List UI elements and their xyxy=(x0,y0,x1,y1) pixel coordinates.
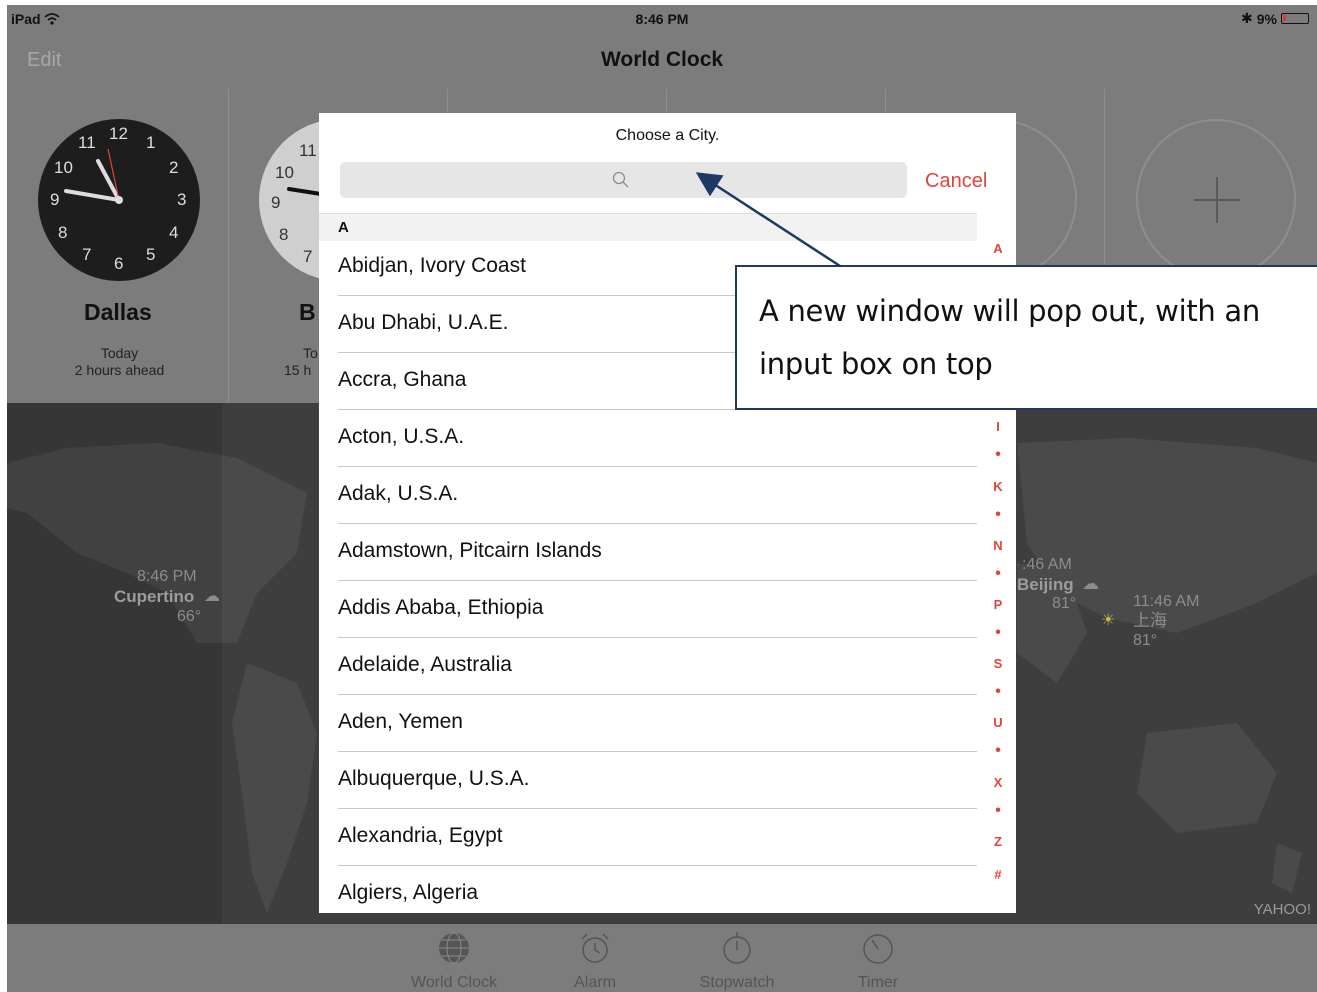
list-item[interactable]: Acton, U.S.A. xyxy=(338,411,977,467)
cloud-icon: ☁ xyxy=(1082,574,1099,593)
tab-alarm[interactable]: Alarm xyxy=(535,928,655,992)
list-item[interactable]: Addis Ababa, Ethiopia xyxy=(338,582,977,638)
search-icon xyxy=(612,171,629,188)
index-letter[interactable]: X xyxy=(983,775,1013,790)
list-item[interactable]: Albuquerque, U.S.A. xyxy=(338,753,977,809)
city-label: Algiers, Algeria xyxy=(338,881,479,904)
choose-city-popover: Choose a City. Cancel A Abidjan, Ivory C… xyxy=(319,113,1016,913)
map-time-beijing: :46 AM xyxy=(1022,556,1072,573)
list-item[interactable]: Adelaide, Australia xyxy=(338,639,977,695)
section-letter: A xyxy=(338,219,349,236)
index-letter[interactable]: U xyxy=(983,715,1013,730)
map-time-shanghai: 11:46 AM xyxy=(1133,593,1200,610)
index-dot[interactable]: • xyxy=(983,446,1013,464)
yahoo-logo: YAHOO! xyxy=(1253,901,1311,918)
city-day: Today xyxy=(100,345,139,361)
partly-sunny-icon: ☀ xyxy=(1101,612,1116,629)
list-item[interactable]: Alexandria, Egypt xyxy=(338,810,977,866)
index-letter[interactable]: Z xyxy=(983,834,1013,849)
map-city-cupertino: Cupertino xyxy=(114,587,195,606)
screen: iPad 8:46 PM ✱ 9% Edit World Clock 12 1 … xyxy=(7,5,1317,992)
column-divider xyxy=(228,89,229,403)
index-dot[interactable]: • xyxy=(983,565,1013,583)
city-label: Albuquerque, U.S.A. xyxy=(338,767,530,790)
nav-bar: Edit World Clock xyxy=(7,33,1317,89)
list-item[interactable]: Adak, U.S.A. xyxy=(338,468,977,524)
tab-label: Stopwatch xyxy=(699,974,775,991)
cancel-button[interactable]: Cancel xyxy=(925,170,987,193)
city-label: Addis Ababa, Ethiopia xyxy=(338,596,544,619)
index-letter[interactable]: # xyxy=(983,867,1013,882)
map-temp-beijing: 81° xyxy=(1052,595,1077,612)
city-label: Abu Dhabi, U.A.E. xyxy=(338,311,509,334)
city-label: Adamstown, Pitcairn Islands xyxy=(338,539,602,562)
map-city-beijing: Beijing xyxy=(1017,575,1074,594)
index-letter[interactable]: S xyxy=(983,656,1013,671)
timer-icon xyxy=(863,934,893,964)
plus-icon xyxy=(1216,177,1218,223)
section-header: A xyxy=(319,213,977,241)
city-subtitle-dallas: Today 2 hours ahead xyxy=(47,345,192,379)
list-item[interactable]: Adamstown, Pitcairn Islands xyxy=(338,525,977,581)
annotation-text: A new window will pop out, with an input… xyxy=(759,294,1260,381)
status-bar: iPad 8:46 PM ✱ 9% xyxy=(7,5,1317,33)
list-item[interactable]: Aden, Yemen xyxy=(338,696,977,752)
list-item[interactable]: Algiers, Algeria xyxy=(338,867,977,913)
index-dot[interactable]: • xyxy=(983,683,1013,701)
city-label: Adelaide, Australia xyxy=(338,653,512,676)
index-dot[interactable]: • xyxy=(983,506,1013,524)
tab-label: Alarm xyxy=(574,974,616,991)
city-label: Adak, U.S.A. xyxy=(338,482,459,505)
status-time: 8:46 PM xyxy=(635,11,689,27)
popover-title: Choose a City. xyxy=(615,127,720,144)
city-name-dallas: Dallas xyxy=(84,299,152,325)
status-right: ✱ 9% xyxy=(1241,10,1309,27)
tab-timer[interactable]: Timer xyxy=(818,928,938,992)
stopwatch-icon xyxy=(723,932,751,964)
alarm-clock-icon xyxy=(581,933,609,963)
city-label: Acton, U.S.A. xyxy=(338,425,465,448)
index-letter[interactable]: N xyxy=(983,538,1013,553)
city-label: Abidjan, Ivory Coast xyxy=(338,254,526,277)
map-city-shanghai: 上海 xyxy=(1133,611,1167,630)
city-offset: 15 h xyxy=(284,362,312,378)
map-temp-cupertino: 66° xyxy=(177,608,202,625)
index-dot[interactable]: • xyxy=(983,802,1013,820)
city-day: To xyxy=(303,345,318,361)
bluetooth-icon: ✱ xyxy=(1241,10,1253,26)
annotation-callout: A new window will pop out, with an input… xyxy=(735,265,1317,410)
index-letter[interactable]: K xyxy=(983,479,1013,494)
cloud-icon: ☁ xyxy=(204,588,220,605)
index-dot[interactable]: • xyxy=(983,624,1013,642)
page-title: World Clock xyxy=(600,48,724,71)
index-dot[interactable]: • xyxy=(983,742,1013,760)
index-letter[interactable]: I xyxy=(983,419,1013,434)
tab-label: Timer xyxy=(857,974,899,991)
search-input[interactable] xyxy=(340,162,907,198)
city-name-second: B xyxy=(299,299,316,325)
city-label: Alexandria, Egypt xyxy=(338,824,503,847)
city-label: Accra, Ghana xyxy=(338,368,467,391)
tab-world-clock[interactable]: World Clock xyxy=(394,928,514,992)
tab-stopwatch[interactable]: Stopwatch xyxy=(677,928,797,992)
battery-percent: 9% xyxy=(1256,10,1277,27)
map-time-cupertino: 8:46 PM xyxy=(137,568,197,585)
map-temp-shanghai: 81° xyxy=(1133,632,1158,649)
city-label: Aden, Yemen xyxy=(338,710,463,733)
battery-icon xyxy=(1281,13,1309,24)
clock-face-dallas[interactable]: 12 1 2 3 4 5 6 7 8 9 10 11 xyxy=(38,119,200,281)
add-city-button[interactable] xyxy=(1136,119,1296,279)
index-letter[interactable]: P xyxy=(983,597,1013,612)
index-letter[interactable]: A xyxy=(983,241,1013,256)
tab-bar: World Clock Alarm Stopwatch Timer xyxy=(7,924,1317,992)
tab-label: World Clock xyxy=(411,974,497,991)
city-offset: 2 hours ahead xyxy=(74,362,165,378)
clock-hands xyxy=(64,148,123,204)
globe-icon xyxy=(439,932,469,964)
